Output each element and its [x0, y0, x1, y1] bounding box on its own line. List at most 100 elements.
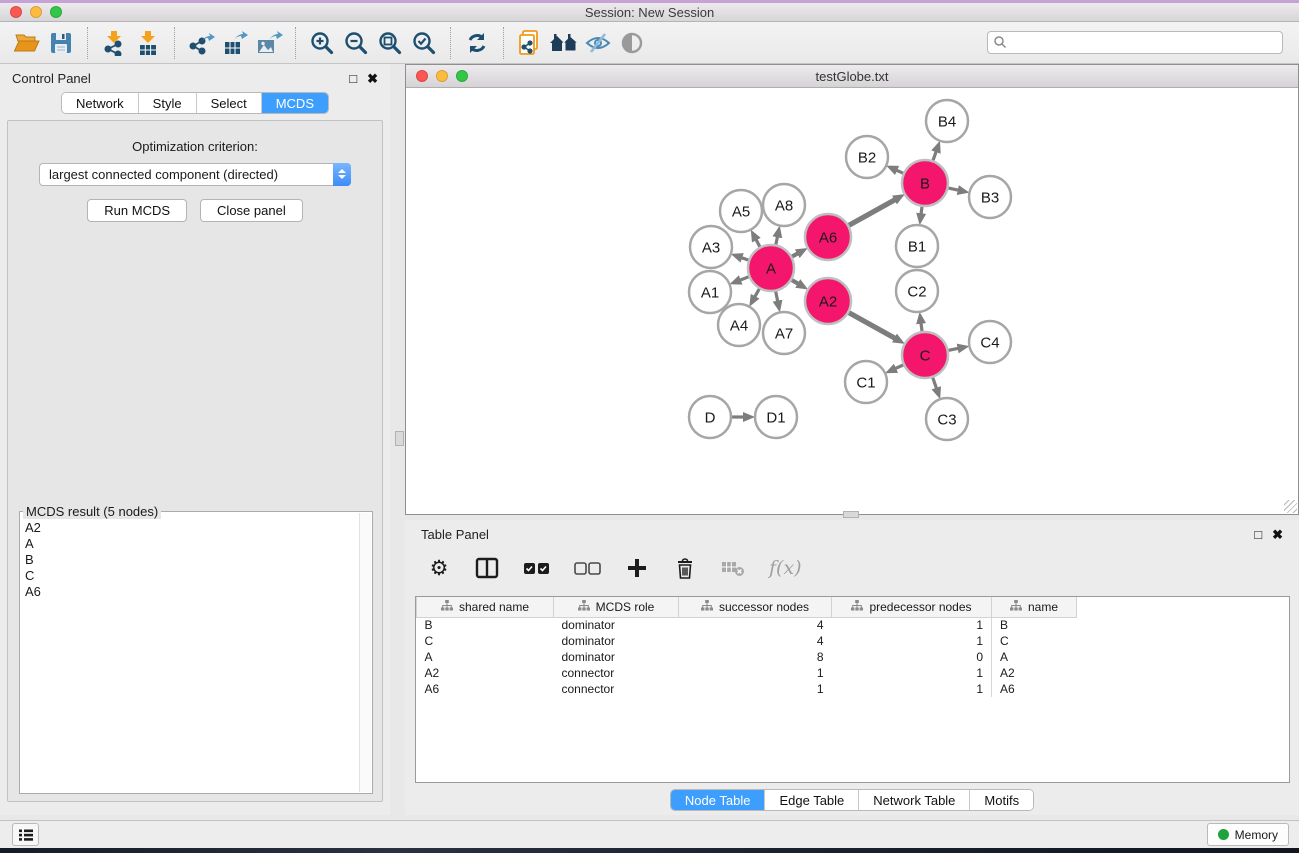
table-cell[interactable]: B — [992, 617, 1077, 633]
tab-mcds[interactable]: MCDS — [261, 93, 328, 113]
table-row[interactable]: Bdominator41B — [417, 617, 1077, 633]
graph-node-A3[interactable]: A3 — [690, 226, 732, 268]
import-network-icon[interactable] — [97, 26, 131, 60]
table-row[interactable]: Adominator80A — [417, 649, 1077, 665]
float-panel-icon[interactable]: □ — [349, 72, 357, 85]
graph-node-B1[interactable]: B1 — [896, 225, 938, 267]
tab-style[interactable]: Style — [138, 93, 196, 113]
table-cell[interactable]: dominator — [554, 649, 679, 665]
add-row-icon[interactable] — [625, 555, 649, 581]
table-cell[interactable]: A — [992, 649, 1077, 665]
graph-node-D[interactable]: D — [689, 396, 731, 438]
vertical-splitter-handle[interactable] — [395, 431, 404, 446]
table-cell[interactable]: 1 — [679, 665, 832, 681]
zoom-in-icon[interactable] — [305, 26, 339, 60]
table-cell[interactable]: B — [417, 617, 554, 633]
tab-node-table[interactable]: Node Table — [671, 790, 765, 810]
graph-node-C4[interactable]: C4 — [969, 321, 1011, 363]
table-cell[interactable]: A6 — [992, 681, 1077, 697]
hide-panel-eye-icon[interactable] — [581, 26, 615, 60]
table-row[interactable]: A6connector11A6 — [417, 681, 1077, 697]
table-cell[interactable]: connector — [554, 665, 679, 681]
graph-node-A2[interactable]: A2 — [805, 278, 851, 324]
mcds-result-item[interactable]: B — [22, 552, 358, 568]
graph-node-A[interactable]: A — [748, 245, 794, 291]
graph-node-A4[interactable]: A4 — [718, 304, 760, 346]
open-file-icon[interactable] — [10, 26, 44, 60]
mcds-result-item[interactable]: A2 — [22, 520, 358, 536]
zoom-selected-icon[interactable] — [407, 26, 441, 60]
search-field[interactable] — [987, 31, 1283, 54]
close-table-panel-icon[interactable]: ✖ — [1272, 528, 1283, 541]
export-table-icon[interactable] — [218, 26, 252, 60]
memory-button[interactable]: Memory — [1207, 823, 1289, 846]
close-panel-icon[interactable]: ✖ — [367, 72, 378, 85]
graph-node-D1[interactable]: D1 — [755, 396, 797, 438]
tab-select[interactable]: Select — [196, 93, 261, 113]
table-cell[interactable]: 1 — [832, 633, 992, 649]
graph-node-A8[interactable]: A8 — [763, 184, 805, 226]
tab-network-table[interactable]: Network Table — [858, 790, 969, 810]
zoom-network-icon[interactable] — [456, 70, 468, 82]
mcds-result-item[interactable]: C — [22, 568, 358, 584]
graph-node-B3[interactable]: B3 — [969, 176, 1011, 218]
home-icon[interactable] — [547, 26, 581, 60]
table-cell[interactable]: A — [417, 649, 554, 665]
export-image-icon[interactable] — [252, 26, 286, 60]
zoom-fit-icon[interactable] — [373, 26, 407, 60]
mcds-result-item[interactable]: A6 — [22, 584, 358, 600]
float-table-panel-icon[interactable]: □ — [1254, 528, 1262, 541]
graph-node-C3[interactable]: C3 — [926, 398, 968, 440]
save-session-icon[interactable] — [44, 26, 78, 60]
table-cell[interactable]: 0 — [832, 649, 992, 665]
column-header-name[interactable]: name — [992, 597, 1077, 617]
graph-node-A1[interactable]: A1 — [689, 271, 731, 313]
tab-network[interactable]: Network — [62, 93, 138, 113]
table-row[interactable]: Cdominator41C — [417, 633, 1077, 649]
minimize-network-icon[interactable] — [436, 70, 448, 82]
minimize-window-icon[interactable] — [30, 6, 42, 18]
table-cell[interactable]: 8 — [679, 649, 832, 665]
table-cell[interactable]: 4 — [679, 633, 832, 649]
table-cell[interactable]: C — [417, 633, 554, 649]
graph-node-A5[interactable]: A5 — [720, 190, 762, 232]
graph-node-A6[interactable]: A6 — [805, 214, 851, 260]
select-all-icon[interactable] — [523, 555, 550, 581]
graph-node-C1[interactable]: C1 — [845, 361, 887, 403]
network-view-window[interactable]: testGlobe.txt AA1A2A3A4A5A6A7A8BB1B2B3B4… — [405, 64, 1299, 515]
column-header-successor-nodes[interactable]: successor nodes — [679, 597, 832, 617]
tab-motifs[interactable]: Motifs — [969, 790, 1033, 810]
settings-gear-icon[interactable]: ⚙ — [427, 555, 451, 581]
criterion-dropdown[interactable]: largest connected component (directed) — [39, 163, 351, 186]
network-window-titlebar[interactable]: testGlobe.txt — [406, 65, 1298, 88]
graph-node-C2[interactable]: C2 — [896, 270, 938, 312]
graph-edge-A2-C[interactable] — [846, 311, 896, 339]
table-cell[interactable]: dominator — [554, 617, 679, 633]
graph-node-B[interactable]: B — [902, 160, 948, 206]
network-graph[interactable]: AA1A2A3A4A5A6A7A8BB1B2B3B4CC1C2C3C4DD1 — [406, 88, 1298, 514]
duplicate-network-icon[interactable] — [513, 26, 547, 60]
table-cell[interactable]: A6 — [417, 681, 554, 697]
graph-node-B4[interactable]: B4 — [926, 100, 968, 142]
zoom-out-icon[interactable] — [339, 26, 373, 60]
show-panel-eye-icon[interactable] — [615, 26, 649, 60]
import-table-icon[interactable] — [131, 26, 165, 60]
table-cell[interactable]: connector — [554, 681, 679, 697]
table-cell[interactable]: 4 — [679, 617, 832, 633]
close-network-icon[interactable] — [416, 70, 428, 82]
table-row[interactable]: A2connector11A2 — [417, 665, 1077, 681]
column-header-MCDS-role[interactable]: MCDS role — [554, 597, 679, 617]
mcds-result-item[interactable]: A — [22, 536, 358, 552]
run-mcds-button[interactable]: Run MCDS — [87, 199, 187, 222]
tab-edge-table[interactable]: Edge Table — [764, 790, 858, 810]
horizontal-splitter-handle[interactable] — [843, 511, 859, 518]
attribute-table[interactable]: shared nameMCDS rolesuccessor nodesprede… — [416, 597, 1077, 697]
table-cell[interactable]: 1 — [832, 617, 992, 633]
column-header-predecessor-nodes[interactable]: predecessor nodes — [832, 597, 992, 617]
graph-node-B2[interactable]: B2 — [846, 136, 888, 178]
zoom-window-icon[interactable] — [50, 6, 62, 18]
table-cell[interactable]: 1 — [679, 681, 832, 697]
graph-node-C[interactable]: C — [902, 332, 948, 378]
refresh-icon[interactable] — [460, 26, 494, 60]
table-cell[interactable]: 1 — [832, 665, 992, 681]
